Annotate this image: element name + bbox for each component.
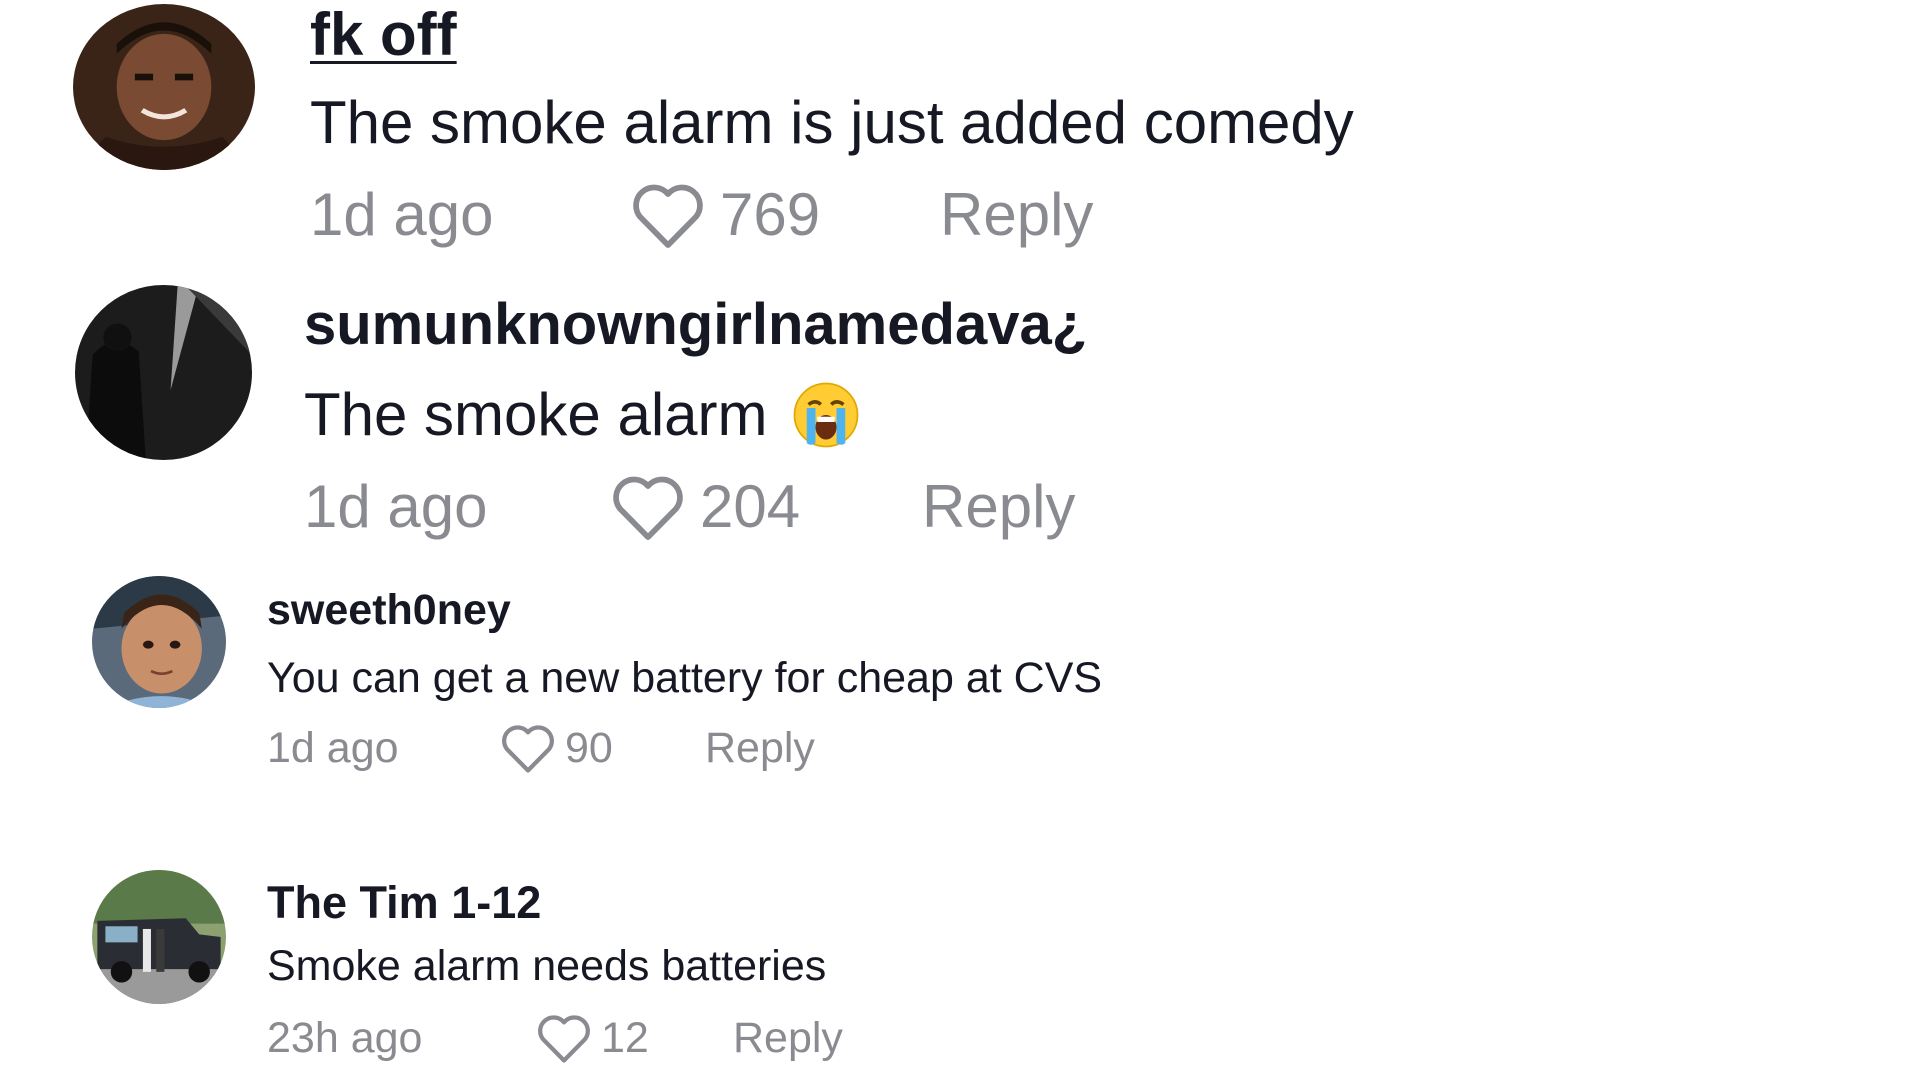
heart-outline-icon bbox=[538, 1015, 590, 1063]
comment-meta: 1d ago 204 Reply bbox=[304, 472, 1087, 542]
comment-username[interactable]: sumunknowngirlnamedava¿ bbox=[304, 290, 1087, 360]
avatar-photo bbox=[73, 4, 255, 170]
reply-button[interactable]: Reply bbox=[922, 472, 1075, 542]
heart-outline-icon bbox=[502, 725, 554, 773]
like-button[interactable]: 769 bbox=[630, 180, 940, 250]
like-button[interactable]: 12 bbox=[535, 1012, 733, 1064]
like-count: 90 bbox=[565, 724, 613, 772]
comment-username[interactable]: The Tim 1-12 bbox=[267, 876, 541, 930]
comment-text: Smoke alarm needs batteries bbox=[267, 942, 827, 990]
reply-button[interactable]: Reply bbox=[733, 1012, 843, 1064]
avatar[interactable] bbox=[92, 870, 226, 1004]
avatar-photo bbox=[92, 576, 226, 708]
comment-text: The smoke alarm is just added comedy bbox=[310, 89, 1354, 156]
comment-meta: 23h ago 12 Reply bbox=[267, 1012, 843, 1064]
heart-outline-icon bbox=[633, 184, 703, 248]
comment-meta: 1d ago 769 Reply bbox=[310, 180, 1354, 250]
avatar[interactable] bbox=[73, 4, 255, 170]
like-button[interactable]: 90 bbox=[499, 722, 705, 774]
comment-text: The smoke alarm bbox=[304, 381, 768, 448]
comment-username[interactable]: sweeth0ney bbox=[267, 584, 511, 636]
comment-timestamp: 1d ago bbox=[310, 181, 494, 248]
comments-list: fk off The smoke alarm is just added com… bbox=[0, 0, 1920, 1080]
avatar[interactable] bbox=[92, 576, 226, 708]
like-count: 204 bbox=[700, 473, 801, 540]
like-count: 12 bbox=[601, 1014, 649, 1062]
comment-timestamp: 1d ago bbox=[304, 473, 488, 540]
comment-timestamp: 23h ago bbox=[267, 1014, 423, 1062]
loudly-crying-face-icon bbox=[791, 380, 861, 450]
heart-outline-icon bbox=[613, 476, 683, 540]
comment-username[interactable]: fk off bbox=[310, 0, 457, 70]
comment-body: The Tim 1-12 Smoke alarm needs batteries… bbox=[267, 876, 843, 1064]
like-count: 769 bbox=[720, 181, 821, 248]
comment-body: fk off The smoke alarm is just added com… bbox=[310, 0, 1354, 250]
comment-body: sumunknowngirlnamedava¿ The smoke alarm bbox=[304, 290, 1087, 542]
comment-body: sweeth0ney You can get a new battery for… bbox=[267, 584, 1102, 774]
reply-button[interactable]: Reply bbox=[705, 722, 815, 774]
comment-text-row: The smoke alarm bbox=[304, 380, 1087, 450]
reply-button[interactable]: Reply bbox=[940, 180, 1093, 250]
avatar-photo bbox=[92, 870, 226, 1004]
like-button[interactable]: 204 bbox=[610, 472, 922, 542]
comment-meta: 1d ago 90 Reply bbox=[267, 722, 1102, 774]
comment-timestamp: 1d ago bbox=[267, 724, 399, 772]
comment-text: You can get a new battery for cheap at C… bbox=[267, 654, 1103, 702]
avatar[interactable] bbox=[75, 285, 252, 460]
avatar-photo bbox=[75, 285, 252, 460]
